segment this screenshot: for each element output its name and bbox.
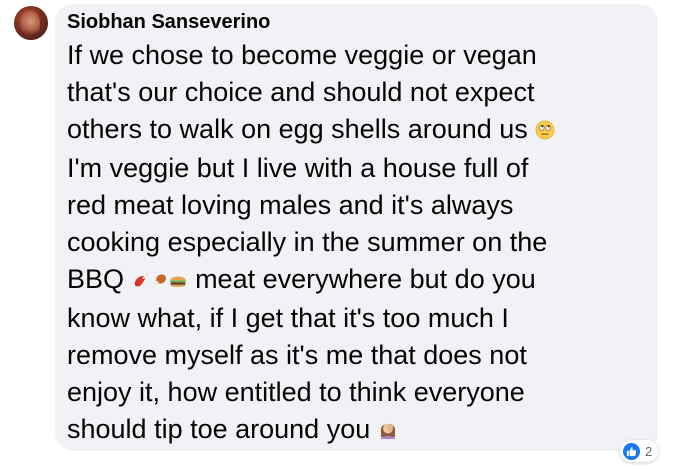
comment-line: others to walk on egg shells around us (67, 111, 647, 150)
comment-line: enjoy it, how entitled to think everyone (67, 377, 525, 407)
comment-author-name[interactable]: Siobhan Sanseverino (67, 11, 270, 34)
comment-line: red meat loving males and it's always (67, 190, 514, 220)
comment-bubble: Siobhan Sanseverino If we chose to becom… (55, 4, 658, 451)
comment-line-text: others to walk on egg shells around us (67, 114, 528, 144)
comment-line: cooking especially in the summer on the (67, 227, 548, 257)
reaction-summary[interactable]: 2 (620, 440, 659, 462)
comment-line: remove myself as it's me that does not (67, 340, 527, 370)
hamburger-icon (168, 263, 188, 300)
avatar-photo (20, 10, 40, 36)
woman-facepalming-icon (378, 413, 398, 450)
like-icon (623, 442, 640, 460)
comment-line-text: should tip toe around you (67, 414, 371, 444)
poultry-leg-icon (150, 263, 168, 300)
comment-text: If we chose to become veggie or vegan th… (67, 37, 647, 450)
face-with-rolling-eyes-icon (535, 113, 555, 150)
meat-on-bone-icon (132, 263, 150, 300)
comment-page: Siobhan Sanseverino If we chose to becom… (0, 0, 700, 469)
comment-line: BBQ meat everywhere but do you (67, 261, 647, 300)
comment-line: If we chose to become veggie or vegan (67, 40, 537, 70)
comment-line: know what, if I get that it's too much I (67, 303, 509, 333)
comment-line-text: meat everywhere but do you (195, 264, 536, 294)
comment-line: should tip toe around you (67, 411, 647, 450)
comment-line: that's our choice and should not expect (67, 77, 535, 107)
avatar[interactable] (14, 6, 48, 40)
comment-line-text: BBQ (67, 264, 125, 294)
reaction-count: 2 (645, 443, 653, 459)
comment-line: I'm veggie but I live with a house full … (67, 153, 529, 183)
